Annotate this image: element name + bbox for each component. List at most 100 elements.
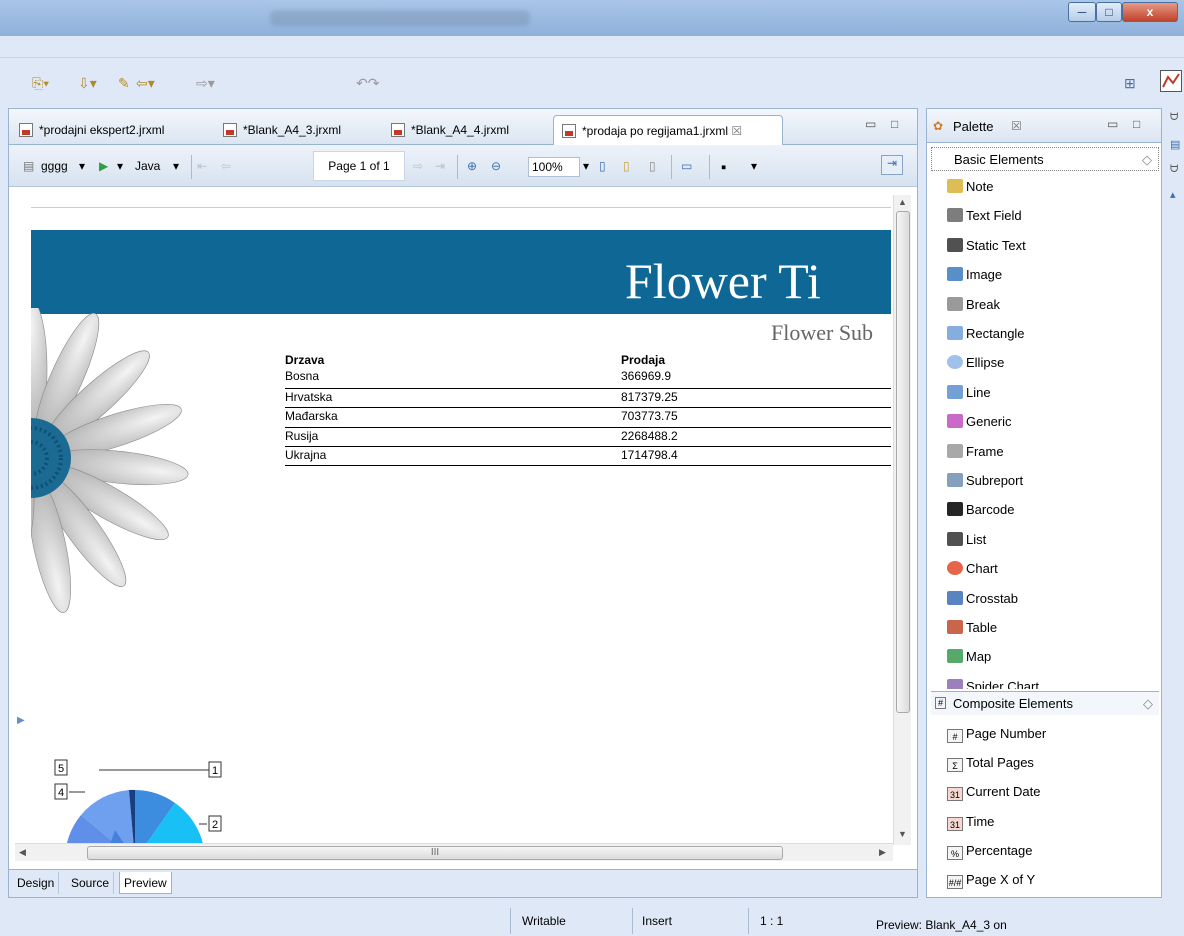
palette-item-note[interactable]: Note <box>947 179 993 199</box>
fit-width-icon[interactable]: ▯ <box>649 159 656 173</box>
tab-label: *prodaja po regijama1.jrxml <box>582 124 729 138</box>
outline-view-icon[interactable]: ▤ <box>1170 138 1180 151</box>
save-dropdown-icon[interactable]: ▾ <box>751 159 757 173</box>
run-report-icon[interactable]: ▶ <box>99 159 108 173</box>
palette-item-time[interactable]: 31 Time <box>947 814 994 834</box>
new-wizard-icon[interactable]: ⎘▾ <box>32 75 49 92</box>
maximize-button[interactable]: □ <box>1096 2 1122 22</box>
dataset-dropdown-icon[interactable]: ▾ <box>79 159 85 173</box>
last-page-icon[interactable]: ⇥ <box>435 159 445 173</box>
tab-prodaja-po-regijama1[interactable]: *prodaja po regijama1.jrxml ☒ <box>553 115 783 145</box>
horizontal-scroll-thumb[interactable]: III <box>87 846 783 860</box>
expand-left-icon[interactable]: ▶ <box>17 715 25 726</box>
palette-item-text-field[interactable]: Text Field <box>947 208 1022 228</box>
next-page-icon[interactable]: ⇨ <box>413 159 423 173</box>
pie-label: 5 <box>58 763 64 775</box>
palette-title: Palette <box>953 119 994 134</box>
open-perspective-icon[interactable]: ⊞ <box>1124 75 1136 92</box>
section-label: Composite Elements <box>953 696 1073 711</box>
next-annotation-icon[interactable]: ⇩▾ <box>78 75 97 92</box>
palette-item-page-number[interactable]: # Page Number <box>947 726 1046 746</box>
palette-item-subreport[interactable]: Subreport <box>947 473 1023 493</box>
vertical-scrollbar[interactable]: ▲ ▼ <box>893 195 911 845</box>
palette-item-image[interactable]: Image <box>947 267 1002 287</box>
close-tab-icon[interactable]: ☒ <box>731 124 742 138</box>
tab-source[interactable]: Source <box>67 872 115 894</box>
minimize-editor-icon[interactable]: ▭ <box>865 117 876 131</box>
tab-prodajni-ekspert2[interactable]: *prodajni ekspert2.jrxml <box>11 115 170 145</box>
palette-item-label: Map <box>966 649 992 665</box>
break-icon <box>947 296 963 311</box>
palette-item-ellipse[interactable]: Ellipse <box>947 355 1004 375</box>
minimized-views-strip: ᗨ ▤ ᗨ ▴ <box>1166 108 1184 308</box>
palette-item-crosstab[interactable]: Crosstab <box>947 590 1018 611</box>
palette-item-map[interactable]: Map <box>947 649 991 669</box>
scroll-left-icon[interactable]: ◀ <box>19 847 26 858</box>
restore-view-icon[interactable]: ᗨ <box>1170 112 1178 123</box>
horizontal-scrollbar[interactable]: ◀ III ▶ <box>15 843 893 861</box>
tab-preview[interactable]: Preview <box>119 872 172 894</box>
palette-item-current-date[interactable]: 31 Current Date <box>947 784 1040 804</box>
minimize-button[interactable]: ─ <box>1068 2 1096 22</box>
palette-item-frame[interactable]: Frame <box>947 443 1004 464</box>
palette-item-list[interactable]: List <box>947 531 986 552</box>
previous-page-icon[interactable]: ⇦ <box>221 159 231 173</box>
maximize-palette-icon[interactable]: □ <box>1133 117 1140 131</box>
forward-icon[interactable]: ⇨▾ <box>196 75 215 92</box>
basic-elements-section[interactable]: Basic Elements ◇ <box>931 147 1159 171</box>
cell-prodaja: 817379.25 <box>621 389 678 404</box>
tab-label: *prodajni ekspert2.jrxml <box>39 123 165 137</box>
tab-blank-a4-3[interactable]: *Blank_A4_3.jrxml <box>215 115 347 145</box>
maximize-editor-icon[interactable]: □ <box>891 117 898 131</box>
preview-options-icon[interactable]: ⇥ <box>881 155 903 175</box>
save-icon[interactable]: ▪ <box>721 159 726 176</box>
section-toggle-icon[interactable]: ◇ <box>1143 696 1153 712</box>
palette-item-rectangle[interactable]: Rectangle <box>947 326 1025 346</box>
palette-item-barcode[interactable]: Barcode <box>947 502 1014 522</box>
palette-item-page-x-of-y[interactable]: #/# Page X of Y <box>947 872 1035 892</box>
cell-prodaja: 366969.9 <box>621 369 672 383</box>
language-dropdown-icon[interactable]: ▾ <box>173 159 179 173</box>
actual-size-icon[interactable]: ▯ <box>599 159 606 173</box>
zoom-dropdown-icon[interactable]: ▾ <box>583 159 589 173</box>
composite-elements-section[interactable]: # Composite Elements ◇ <box>931 691 1159 715</box>
palette-icon: ✿ <box>933 119 944 133</box>
close-window-button[interactable]: x <box>1122 2 1178 22</box>
vertical-scroll-thumb[interactable] <box>896 211 910 713</box>
close-palette-icon[interactable]: ☒ <box>1011 119 1022 133</box>
zoom-out-icon[interactable]: ⊖ <box>491 159 501 173</box>
last-edit-icon[interactable]: ✎ <box>118 75 130 92</box>
first-page-icon[interactable]: ⇤ <box>197 159 207 173</box>
palette-item-spider-chart[interactable]: Spider Chart <box>947 678 1039 689</box>
back-icon[interactable]: ⇦▾ <box>136 75 155 92</box>
zoom-in-icon[interactable]: ⊕ <box>467 159 477 173</box>
section-toggle-icon[interactable]: ◇ <box>1142 152 1152 168</box>
table-row: Rusija 2268488.2 <box>285 426 891 447</box>
fit-page-icon[interactable]: ▯ <box>623 159 630 173</box>
dataset-select[interactable]: gggg <box>41 159 68 173</box>
palette-item-chart[interactable]: Chart <box>947 561 998 581</box>
scroll-right-icon[interactable]: ▶ <box>879 847 886 858</box>
tab-blank-a4-4[interactable]: *Blank_A4_4.jrxml <box>383 115 515 145</box>
palette-item-break[interactable]: Break <box>947 296 1000 317</box>
report-view-icon[interactable]: ▴ <box>1170 188 1176 201</box>
tab-design[interactable]: Design <box>13 872 60 894</box>
undo-icon[interactable]: ↶↷ <box>356 75 379 92</box>
pie-label: 2 <box>212 819 218 831</box>
page-indicator: Page 1 of 1 <box>313 151 405 181</box>
palette-item-line[interactable]: Line <box>947 384 991 405</box>
palette-item-total-pages[interactable]: Σ Total Pages <box>947 755 1034 775</box>
palette-item-generic[interactable]: Generic <box>947 414 1012 434</box>
zoom-combo[interactable]: 100% <box>528 157 580 177</box>
minimize-palette-icon[interactable]: ▭ <box>1107 117 1118 131</box>
palette-item-percentage[interactable]: % Percentage <box>947 843 1033 863</box>
export-icon[interactable]: ▭ <box>681 159 692 173</box>
scroll-down-icon[interactable]: ▼ <box>898 829 907 839</box>
scroll-up-icon[interactable]: ▲ <box>898 197 907 207</box>
restore-view-icon-2[interactable]: ᗨ <box>1170 164 1178 175</box>
report-perspective-icon[interactable] <box>1160 70 1182 92</box>
palette-item-table[interactable]: Table <box>947 620 997 640</box>
language-select[interactable]: Java <box>135 159 160 173</box>
run-dropdown-icon[interactable]: ▾ <box>117 159 123 173</box>
palette-item-static-text[interactable]: Static Text <box>947 237 1026 258</box>
